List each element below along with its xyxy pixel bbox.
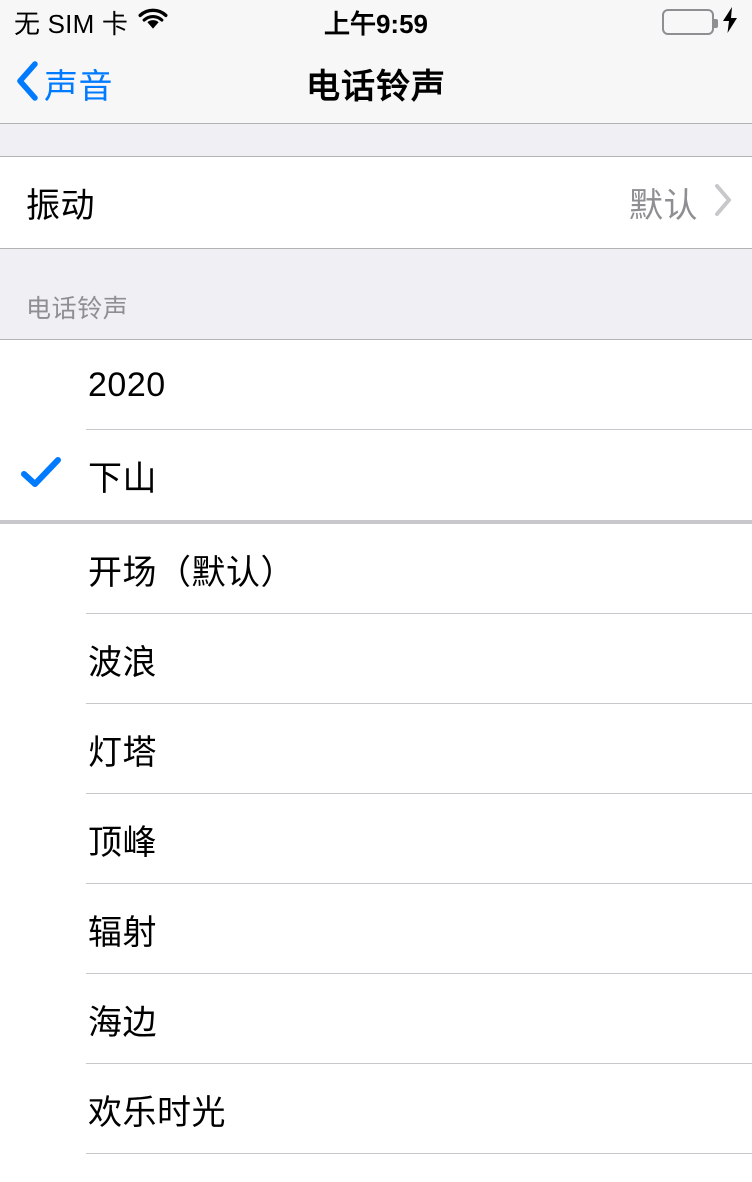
ringtone-section-header: 电话铃声 xyxy=(0,249,752,340)
ringtone-check-slot xyxy=(0,456,88,495)
checkmark-icon xyxy=(20,456,62,495)
ringtone-label: 2020 xyxy=(88,365,166,404)
ringtone-label: 下山 xyxy=(88,459,157,498)
status-bar: 无 SIM 卡 上午9:59 xyxy=(0,0,752,44)
row-separator xyxy=(86,1153,752,1154)
ringtone-label: 海边 xyxy=(88,1003,157,1042)
ringtone-label: 欢乐时光 xyxy=(88,1093,226,1132)
ringtone-row[interactable]: 欢乐时光 xyxy=(0,1064,752,1154)
ringtone-label: 灯塔 xyxy=(88,733,157,772)
ringtone-row[interactable]: 灯塔 xyxy=(0,704,752,794)
ringtone-section-header-label: 电话铃声 xyxy=(26,295,129,323)
ringtone-row[interactable]: 开场（默认） xyxy=(0,524,752,614)
vibration-value: 默认 xyxy=(629,187,698,225)
chevron-right-icon xyxy=(712,182,734,223)
vibration-row[interactable]: 振动 默认 xyxy=(0,157,752,248)
status-bar-right xyxy=(662,6,738,38)
ringtone-row[interactable]: 下山 xyxy=(0,430,752,520)
ringtone-label: 开场（默认） xyxy=(88,553,295,592)
lightning-bolt-icon xyxy=(722,6,738,38)
phone-screen: 无 SIM 卡 上午9:59 声音 电话铃声 振动 默认 电话铃声 2020 下… xyxy=(0,0,752,1182)
back-button-label: 声音 xyxy=(44,68,113,106)
ringtone-row[interactable]: 海边 xyxy=(0,974,752,1064)
ringtone-row[interactable]: 波浪 xyxy=(0,614,752,704)
battery-icon xyxy=(662,9,718,35)
ringtone-label: 顶峰 xyxy=(88,823,157,862)
ringtone-row[interactable]: 顶峰 xyxy=(0,794,752,884)
ringtone-label: 波浪 xyxy=(88,643,157,682)
status-bar-left: 无 SIM 卡 xyxy=(14,4,169,41)
ringtone-row[interactable]: 2020 xyxy=(0,340,752,430)
navigation-bar: 声音 电话铃声 xyxy=(0,44,752,124)
custom-ringtone-list: 2020 下山 xyxy=(0,340,752,520)
vibration-row-right: 默认 xyxy=(629,178,734,227)
section-gap-top xyxy=(0,124,752,157)
wifi-icon xyxy=(137,8,169,37)
stock-ringtone-list: 开场（默认） 波浪灯塔顶峰辐射海边欢乐时光 xyxy=(0,524,752,1154)
ringtone-label: 辐射 xyxy=(88,913,157,952)
back-button[interactable]: 声音 xyxy=(0,59,113,108)
ringtone-row[interactable]: 辐射 xyxy=(0,884,752,974)
carrier-label: 无 SIM 卡 xyxy=(14,8,129,39)
chevron-left-icon xyxy=(14,59,40,108)
vibration-label: 振动 xyxy=(26,187,95,225)
